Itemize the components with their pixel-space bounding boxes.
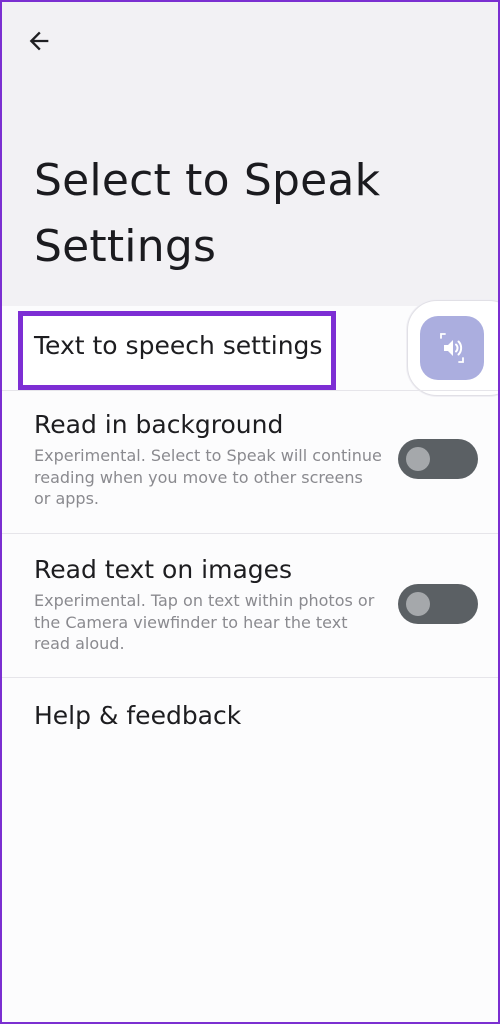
back-button[interactable]: [18, 20, 60, 62]
read-in-background-toggle[interactable]: [398, 439, 478, 479]
tts-settings-label: Text to speech settings: [34, 331, 323, 360]
read-text-on-images-row[interactable]: Read text on images Experimental. Tap on…: [0, 534, 500, 677]
read-in-background-row[interactable]: Read in background Experimental. Select …: [0, 391, 500, 533]
read-text-on-images-toggle[interactable]: [398, 584, 478, 624]
settings-list: Text to speech settings Read in backgrou…: [0, 300, 500, 1024]
toggle-knob: [406, 592, 430, 616]
read-in-background-title: Read in background: [34, 410, 284, 439]
help-feedback-label: Help & feedback: [34, 701, 242, 730]
tts-settings-row[interactable]: Text to speech settings: [0, 300, 500, 396]
help-feedback-row[interactable]: Help & feedback: [0, 678, 500, 764]
toggle-knob: [406, 447, 430, 471]
settings-header: Select to Speak Settings: [0, 0, 500, 306]
read-in-background-summary: Experimental. Select to Speak will conti…: [34, 446, 382, 508]
arrow-left-icon: [29, 31, 49, 51]
page-title: Select to Speak Settings: [34, 155, 381, 272]
select-to-speak-floating-button[interactable]: [420, 316, 484, 380]
volume-up-icon: [440, 333, 464, 363]
read-text-on-images-summary: Experimental. Tap on text within photos …: [34, 591, 375, 653]
read-text-on-images-title: Read text on images: [34, 555, 293, 584]
